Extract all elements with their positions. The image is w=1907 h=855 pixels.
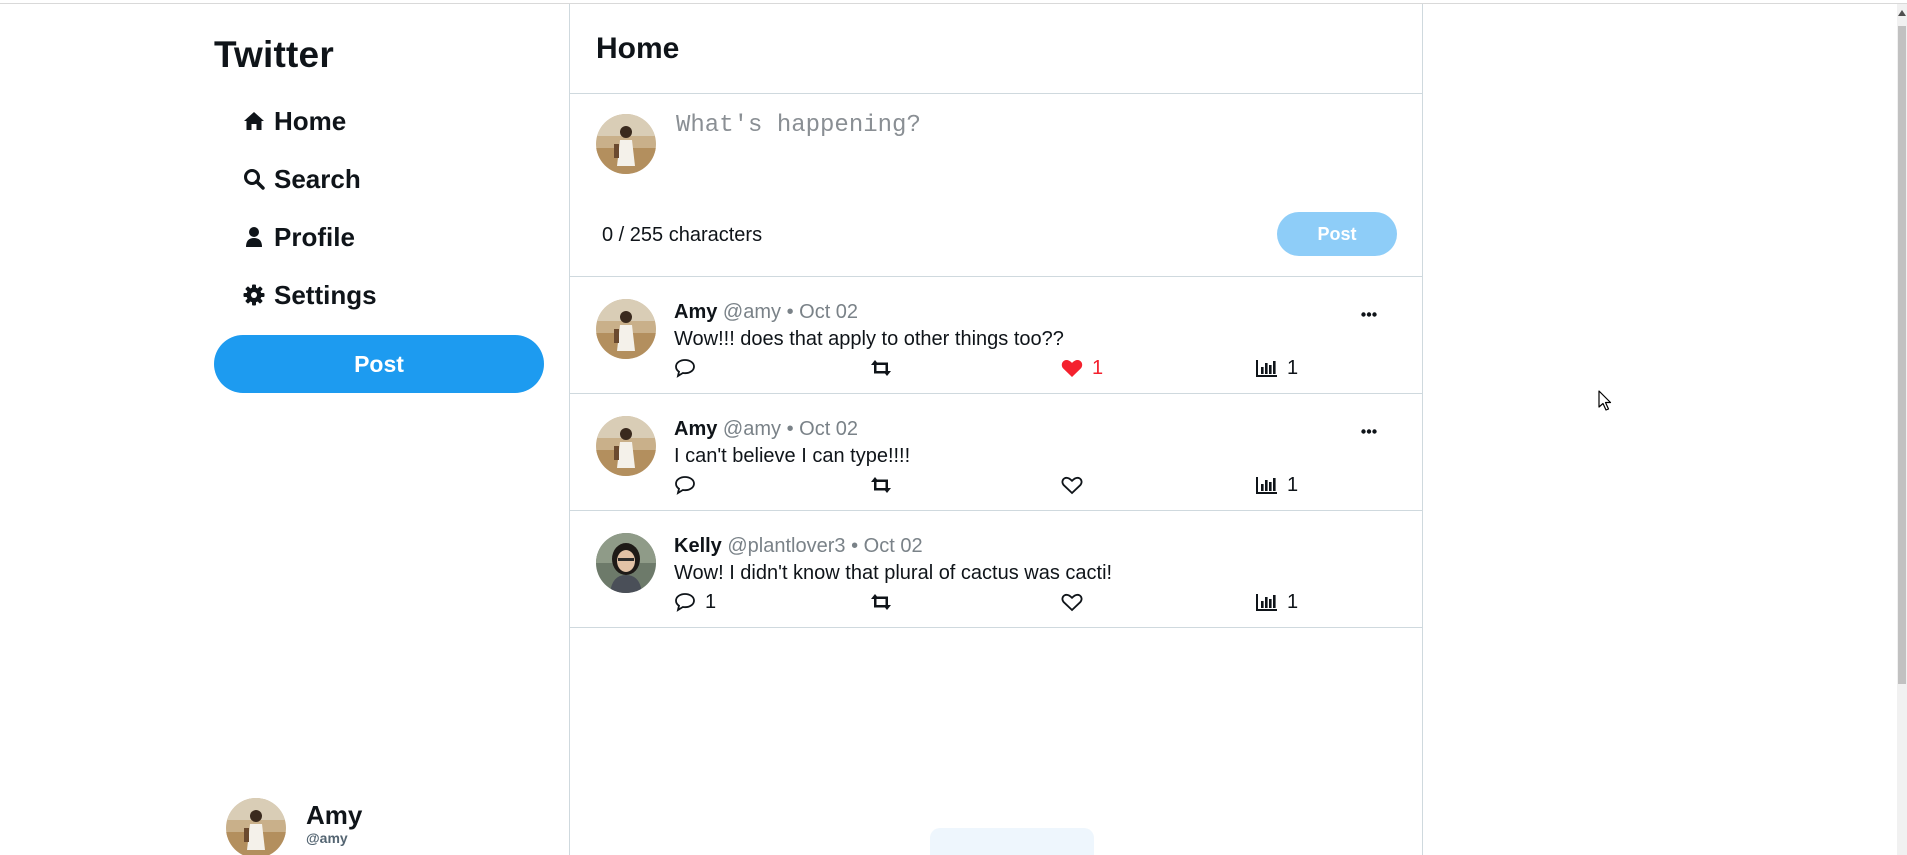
tweet-author-handle[interactable]: @amy — [723, 301, 781, 323]
tweet-date: • Oct 02 — [851, 535, 923, 557]
account-name: Amy — [306, 800, 363, 830]
composer-post-button[interactable]: Post — [1277, 212, 1397, 256]
retweet-button[interactable] — [869, 591, 893, 613]
nav-search-label: Search — [274, 163, 361, 194]
reply-count: 1 — [705, 590, 717, 613]
page-title: Home — [596, 31, 680, 65]
user-icon — [242, 225, 266, 249]
scroll-up-arrow-icon[interactable] — [1897, 8, 1907, 18]
tweet-text: Wow! I didn't know that plural of cactus… — [674, 562, 1113, 584]
avatar[interactable] — [596, 299, 656, 359]
brand-logo-text: Twitter — [214, 34, 334, 75]
tweet-author-name[interactable]: Amy — [674, 418, 717, 440]
retweet-icon — [871, 594, 891, 610]
like-button[interactable] — [1061, 591, 1092, 613]
bar-chart-icon — [1256, 477, 1277, 494]
more-options-icon[interactable] — [1358, 307, 1380, 321]
tweet-composer: 0 / 255 characters Post — [570, 94, 1422, 277]
view-count: 1 — [1287, 473, 1299, 496]
retweet-button[interactable] — [869, 474, 893, 496]
sidebar-post-button[interactable]: Post — [214, 335, 544, 393]
search-icon — [242, 167, 266, 191]
tweet-author-handle[interactable]: @amy — [723, 418, 781, 440]
nav-profile[interactable]: Profile — [242, 217, 355, 257]
page-scrollbar[interactable] — [1897, 4, 1907, 855]
views-button[interactable]: 1 — [1256, 474, 1298, 496]
avatar — [596, 114, 656, 174]
nav-search[interactable]: Search — [242, 159, 361, 199]
timeline-header: Home — [570, 4, 1422, 94]
compose-input[interactable] — [676, 112, 1376, 172]
reply-button[interactable]: 1 — [674, 591, 716, 613]
account-handle: @amy — [306, 830, 348, 846]
tweet-date: • Oct 02 — [786, 418, 859, 440]
load-more-indicator — [930, 828, 1094, 855]
tweet-author-name[interactable]: Kelly — [674, 535, 722, 557]
view-count: 1 — [1287, 356, 1299, 379]
heart-outline-icon — [1061, 593, 1083, 612]
scrollbar-thumb[interactable] — [1898, 26, 1906, 684]
comment-icon — [675, 593, 695, 612]
main-timeline: Home 0 / 255 characters Post Amy @amy • … — [569, 4, 1423, 855]
views-button[interactable]: 1 — [1256, 591, 1298, 613]
avatar[interactable] — [596, 416, 656, 476]
like-button[interactable] — [1061, 474, 1092, 496]
account-switcher[interactable]: Amy @amy — [226, 798, 362, 855]
reply-button[interactable] — [674, 357, 705, 379]
retweet-icon — [871, 360, 891, 376]
more-options-icon[interactable] — [1358, 424, 1380, 438]
home-icon — [242, 109, 266, 133]
bar-chart-icon — [1256, 360, 1277, 377]
char-counter: 0 / 255 characters — [602, 224, 763, 246]
avatar — [226, 798, 286, 855]
tweet-text: I can't believe I can type!!!! — [674, 445, 911, 467]
nav-profile-label: Profile — [274, 221, 355, 252]
comment-icon — [675, 359, 695, 378]
nav-home[interactable]: Home — [242, 101, 346, 141]
tweet-card[interactable]: Kelly @plantlover3 • Oct 02 Wow! I didn'… — [570, 511, 1422, 628]
avatar[interactable] — [596, 533, 656, 593]
tweet-header: Amy @amy • Oct 02 — [674, 418, 858, 441]
nav-settings[interactable]: Settings — [242, 275, 377, 315]
tweet-author-name[interactable]: Amy — [674, 301, 717, 323]
tweet-card[interactable]: Amy @amy • Oct 02 I can't believe I can … — [570, 394, 1422, 511]
view-count: 1 — [1287, 590, 1299, 613]
gear-icon — [242, 283, 266, 307]
mouse-cursor-icon — [1598, 390, 1612, 411]
left-sidebar: Twitter Home Search Profile Settings Pos… — [214, 0, 544, 855]
retweet-icon — [871, 477, 891, 493]
retweet-button[interactable] — [869, 357, 893, 379]
tweet-author-handle[interactable]: @plantlover3 — [727, 535, 845, 557]
heart-filled-icon — [1061, 359, 1083, 377]
like-button[interactable]: 1 — [1061, 357, 1103, 379]
nav-settings-label: Settings — [274, 279, 377, 310]
tweet-text: Wow!!! does that apply to other things t… — [674, 328, 1064, 350]
nav-home-label: Home — [274, 105, 347, 136]
tweet-header: Amy @amy • Oct 02 — [674, 301, 858, 324]
heart-outline-icon — [1061, 476, 1083, 495]
views-button[interactable]: 1 — [1256, 357, 1298, 379]
bar-chart-icon — [1256, 594, 1277, 611]
comment-icon — [675, 476, 695, 495]
reply-button[interactable] — [674, 474, 705, 496]
tweet-date: • Oct 02 — [786, 301, 859, 323]
tweet-header: Kelly @plantlover3 • Oct 02 — [674, 535, 923, 558]
tweet-card[interactable]: Amy @amy • Oct 02 Wow!!! does that apply… — [570, 277, 1422, 394]
like-count: 1 — [1092, 356, 1104, 379]
